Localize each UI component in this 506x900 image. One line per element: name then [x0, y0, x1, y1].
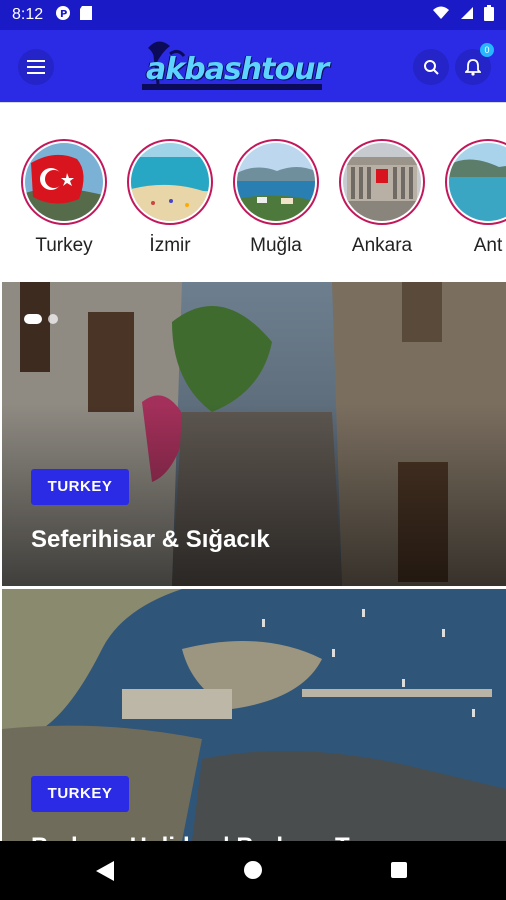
story-label: Muğla: [250, 235, 302, 256]
status-time: 8:12: [12, 6, 44, 23]
destination-stories: Turkey İzmir Muğla Ankara Ant: [0, 102, 506, 281]
story-turkey[interactable]: Turkey: [19, 139, 109, 257]
search-icon: [424, 60, 439, 75]
story-label: Ant: [473, 235, 503, 256]
sd-card-icon: [79, 5, 93, 26]
story-ring: [233, 139, 319, 225]
story-mugla[interactable]: Muğla: [231, 139, 321, 257]
home-icon[interactable]: [244, 861, 262, 879]
ankara-mausoleum-image: [343, 143, 421, 221]
card-title: Bodrum Holiday | Bodrum Tours: [31, 833, 400, 841]
hamburger-icon: [27, 60, 45, 74]
carousel-indicator: [24, 314, 58, 324]
turkey-flag-image: [25, 143, 103, 221]
svg-text:P: P: [60, 9, 67, 20]
story-label: Ankara: [351, 235, 413, 256]
signal-icon: [460, 6, 474, 25]
notification-badge: 0: [480, 43, 494, 57]
system-navigation-bar: [0, 841, 506, 900]
card-title: Seferihisar & Sığacık: [31, 526, 270, 553]
story-izmir[interactable]: İzmir: [125, 139, 215, 257]
antalya-coast-image: [449, 143, 506, 221]
featured-card[interactable]: TURKEY Bodrum Holiday | Bodrum Tours: [2, 589, 506, 841]
story-ring: [127, 139, 213, 225]
story-ankara[interactable]: Ankara: [337, 139, 427, 257]
logo-text: akbashtour: [146, 52, 329, 87]
category-chip[interactable]: TURKEY: [31, 776, 129, 812]
featured-card[interactable]: TURKEY Seferihisar & Sığacık: [2, 282, 506, 586]
story-antalya[interactable]: Ant: [443, 139, 506, 257]
search-button[interactable]: [413, 49, 449, 85]
izmir-beach-image: [131, 143, 209, 221]
wifi-icon: [432, 6, 450, 25]
story-ring: [21, 139, 107, 225]
app-logo: akbashtour: [140, 38, 330, 96]
back-icon[interactable]: [96, 861, 114, 881]
status-bar: 8:12 P: [0, 0, 506, 30]
story-label: İzmir: [149, 235, 191, 256]
carousel-dot-active[interactable]: [24, 314, 42, 324]
app-notification-icon: P: [55, 5, 71, 26]
story-ring: [445, 139, 506, 225]
mugla-bay-image: [237, 143, 315, 221]
carousel-dot[interactable]: [48, 314, 58, 324]
story-ring: [339, 139, 425, 225]
category-chip[interactable]: TURKEY: [31, 469, 129, 505]
notifications-button[interactable]: 0: [455, 43, 494, 85]
menu-button[interactable]: [18, 49, 54, 85]
app-header: akbashtour 0: [0, 30, 506, 102]
story-label: Turkey: [35, 235, 93, 256]
battery-icon: [484, 4, 494, 26]
recent-apps-icon[interactable]: [391, 862, 407, 878]
bell-icon: [465, 59, 481, 76]
